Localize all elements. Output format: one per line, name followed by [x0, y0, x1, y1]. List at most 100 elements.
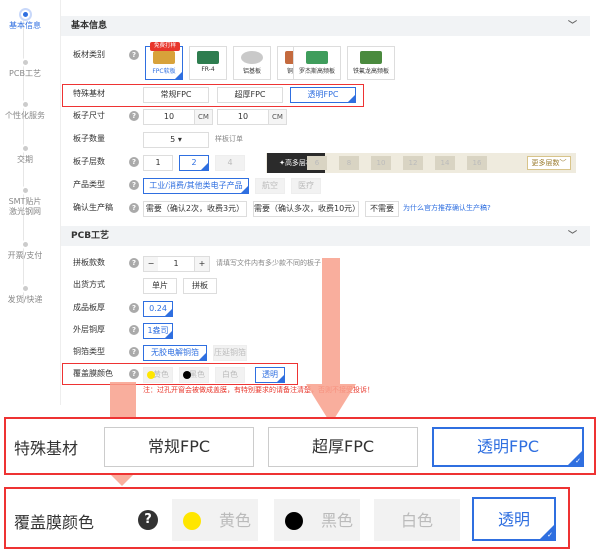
- coverlay-transparent[interactable]: 透明: [255, 367, 285, 383]
- product-type-label: 产品类型: [73, 180, 105, 189]
- layers-10[interactable]: 10: [371, 156, 391, 170]
- confirm-twice[interactable]: 需要（确认2次，收费3元）: [143, 201, 247, 217]
- check-icon: ✓: [547, 531, 553, 539]
- thickness-label: 成品板厚: [73, 303, 105, 312]
- board-size-label: 板子尺寸: [73, 111, 105, 120]
- ship-mode-label: 出货方式: [73, 280, 105, 289]
- ship-panel[interactable]: 拼板: [183, 278, 217, 294]
- coverlay-black[interactable]: 黑色: [179, 367, 209, 383]
- special-substrate-label: 特殊基材: [73, 89, 105, 98]
- board-width-input[interactable]: 10: [143, 109, 195, 125]
- sidebar-item-smt[interactable]: SMT贴片 激光钢网: [0, 186, 50, 217]
- nav-dot-icon: [20, 284, 30, 293]
- copper-electrolytic[interactable]: 无胶电解铜箔: [143, 345, 207, 361]
- copper-rolled[interactable]: 压延铜箔: [213, 345, 247, 361]
- thickness-024[interactable]: 0.24: [143, 301, 173, 317]
- panel-qty-increment[interactable]: +: [194, 256, 210, 272]
- confirm-why-link[interactable]: 为什么官方推荐确认生产稿?: [403, 201, 491, 215]
- chevron-down-icon: ▾: [177, 135, 182, 144]
- fpc-board-icon: [153, 51, 175, 64]
- board-type-fpc[interactable]: FPC软板: [145, 46, 183, 80]
- board-type-fr4[interactable]: FR-4: [189, 46, 227, 80]
- substrate-regular-fpc[interactable]: 常规FPC: [143, 87, 209, 103]
- sidebar: 基本信息 PCB工艺 个性化服务 交期 SMT贴片 激光钢网 开票/支付 发货/…: [0, 0, 50, 405]
- question-icon[interactable]: ?: [129, 203, 139, 213]
- black-swatch-icon: [183, 371, 191, 379]
- layers-8[interactable]: 8: [339, 156, 359, 170]
- zoom-coverlay-color: 覆盖膜颜色 ? 黄色 黑色 白色 透明 ✓: [4, 487, 570, 549]
- copper-1oz[interactable]: 1盎司: [143, 323, 173, 339]
- sidebar-item-pcb[interactable]: PCB工艺: [0, 58, 50, 79]
- layers-4[interactable]: 4: [215, 155, 245, 171]
- panel-qty-decrement[interactable]: −: [143, 256, 159, 272]
- nav-dot-icon: [20, 240, 30, 249]
- layers-6[interactable]: 6: [307, 156, 327, 170]
- sidebar-item-basic[interactable]: 基本信息: [0, 10, 50, 31]
- panel-qty-label: 拼板款数: [73, 258, 105, 267]
- confirm-label: 确认生产稿: [73, 203, 113, 212]
- screenshot: 基本信息 PCB工艺 个性化服务 交期 SMT贴片 激光钢网 开票/支付 发货/…: [0, 0, 600, 558]
- board-type-aluminum[interactable]: 铝基板: [233, 46, 271, 80]
- question-icon[interactable]: ?: [129, 258, 139, 268]
- nav-dot-icon: [20, 186, 30, 195]
- substrate-thick-fpc[interactable]: 超厚FPC: [217, 87, 283, 103]
- aluminum-board-icon: [241, 51, 263, 64]
- board-type-rogers[interactable]: 罗杰斯高频板: [293, 46, 341, 80]
- qty-hint: 样板订单: [215, 135, 243, 143]
- zoom-special-substrate: 特殊基材 常规FPC 超厚FPC 透明FPC ✓: [4, 417, 596, 475]
- sidebar-item-shipping[interactable]: 发货/快递: [0, 284, 50, 305]
- zoom-coverlay-transparent[interactable]: 透明 ✓: [472, 497, 556, 541]
- sidebar-item-custom[interactable]: 个性化服务: [0, 100, 50, 121]
- coverlay-white[interactable]: 白色: [215, 367, 245, 383]
- layers-16[interactable]: 16: [467, 156, 487, 170]
- zoom-substrate-label: 特殊基材: [14, 439, 79, 458]
- sidebar-item-invoice[interactable]: 开票/支付: [0, 240, 50, 261]
- product-type-medical[interactable]: 医疗: [291, 178, 321, 194]
- board-layers-label: 板子层数: [73, 157, 105, 166]
- yellow-swatch-icon: [147, 371, 155, 379]
- check-icon: ✓: [575, 457, 581, 465]
- coverlay-label: 覆盖膜颜色: [73, 369, 113, 378]
- board-qty-select[interactable]: 5 ▾: [143, 132, 209, 148]
- panel-qty-input[interactable]: 1: [158, 256, 194, 272]
- question-icon[interactable]: ?: [129, 111, 139, 121]
- zoom-coverlay-yellow[interactable]: 黄色: [172, 499, 258, 541]
- section-basic-header[interactable]: 基本信息 ﹀: [61, 16, 590, 36]
- board-height-input[interactable]: 10: [217, 109, 269, 125]
- question-icon[interactable]: ?: [129, 369, 139, 379]
- substrate-transparent-fpc[interactable]: 透明FPC: [290, 87, 356, 103]
- confirm-none[interactable]: 不需要: [365, 201, 399, 217]
- chevron-down-icon: ﹀: [559, 159, 567, 167]
- product-type-aviation[interactable]: 航空: [255, 178, 285, 194]
- layers-1[interactable]: 1: [143, 155, 173, 171]
- zoom-substrate-thick[interactable]: 超厚FPC: [268, 427, 418, 467]
- coverlay-yellow[interactable]: 黄色: [143, 367, 173, 383]
- product-type-industrial[interactable]: 工业/消费/其他类电子产品: [143, 178, 249, 194]
- height-unit: CM: [269, 109, 287, 125]
- layers-2[interactable]: 2: [179, 155, 209, 171]
- question-icon[interactable]: ?: [129, 180, 139, 190]
- copper-type-label: 铜箔类型: [73, 347, 105, 356]
- rogers-board-icon: [306, 51, 328, 64]
- zoom-coverlay-white[interactable]: 白色: [374, 499, 460, 541]
- zoom-substrate-transparent[interactable]: 透明FPC ✓: [432, 427, 584, 467]
- question-icon[interactable]: ?: [129, 50, 139, 60]
- sidebar-item-delivery[interactable]: 交期: [0, 144, 50, 165]
- board-type-teflon[interactable]: 铁氟龙高频板: [347, 46, 395, 80]
- question-icon[interactable]: ?: [129, 157, 139, 167]
- nav-dot-icon: [20, 10, 30, 19]
- ship-single[interactable]: 单片: [143, 278, 177, 294]
- yellow-swatch-icon: [183, 512, 201, 530]
- question-icon[interactable]: ?: [129, 325, 139, 335]
- confirm-multiple[interactable]: 需要（确认多次，收费10元）: [253, 201, 359, 217]
- more-layers-dropdown[interactable]: 更多层数﹀: [527, 156, 571, 170]
- question-icon[interactable]: ?: [129, 347, 139, 357]
- zoom-substrate-regular[interactable]: 常规FPC: [104, 427, 254, 467]
- black-swatch-icon: [285, 512, 303, 530]
- section-pcb-header[interactable]: PCB工艺 ﹀: [61, 226, 590, 246]
- zoom-coverlay-black[interactable]: 黑色: [274, 499, 360, 541]
- question-icon[interactable]: ?: [129, 303, 139, 313]
- layers-12[interactable]: 12: [403, 156, 423, 170]
- layers-14[interactable]: 14: [435, 156, 455, 170]
- zoom-question-icon[interactable]: ?: [138, 510, 158, 530]
